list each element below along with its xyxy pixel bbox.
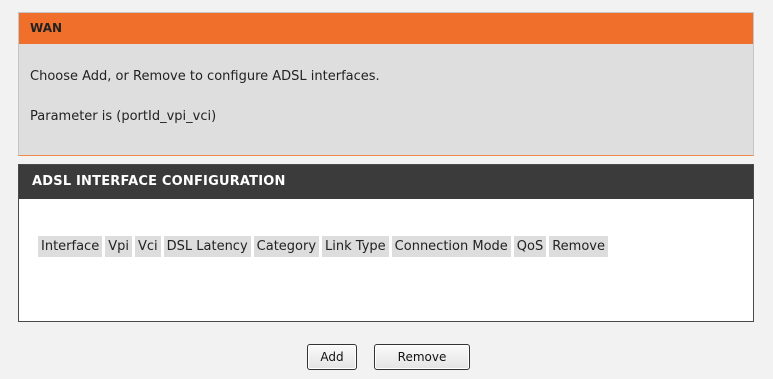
column-header-category: Category bbox=[253, 236, 320, 257]
column-header-interface: Interface bbox=[38, 236, 103, 257]
adsl-interface-table: Interface Vpi Vci DSL Latency Category L… bbox=[35, 233, 611, 260]
wan-parameter-text: Parameter is (portId_vpi_vci) bbox=[30, 109, 217, 124]
wan-panel: WAN Choose Add, or Remove to configure A… bbox=[18, 12, 754, 156]
column-header-link-type: Link Type bbox=[322, 236, 389, 257]
column-header-qos: QoS bbox=[513, 236, 547, 257]
action-button-row: Add Remove bbox=[0, 344, 773, 371]
adsl-interface-table-header-row: Interface Vpi Vci DSL Latency Category L… bbox=[38, 236, 608, 257]
column-header-dsl-latency: DSL Latency bbox=[163, 236, 251, 257]
adsl-interface-configuration-title: ADSL INTERFACE CONFIGURATION bbox=[19, 165, 753, 199]
column-header-remove: Remove bbox=[549, 236, 608, 257]
adsl-interface-configuration-panel: ADSL INTERFACE CONFIGURATION Interface V… bbox=[18, 164, 754, 322]
add-button[interactable]: Add bbox=[307, 344, 357, 370]
router-settings-page: WAN Choose Add, or Remove to configure A… bbox=[0, 0, 773, 379]
column-header-vpi: Vpi bbox=[105, 236, 132, 257]
wan-instruction-text: Choose Add, or Remove to configure ADSL … bbox=[30, 69, 380, 84]
column-header-connection-mode: Connection Mode bbox=[391, 236, 511, 257]
wan-panel-title: WAN bbox=[19, 13, 753, 44]
remove-button[interactable]: Remove bbox=[374, 344, 470, 370]
column-header-vci: Vci bbox=[134, 236, 161, 257]
